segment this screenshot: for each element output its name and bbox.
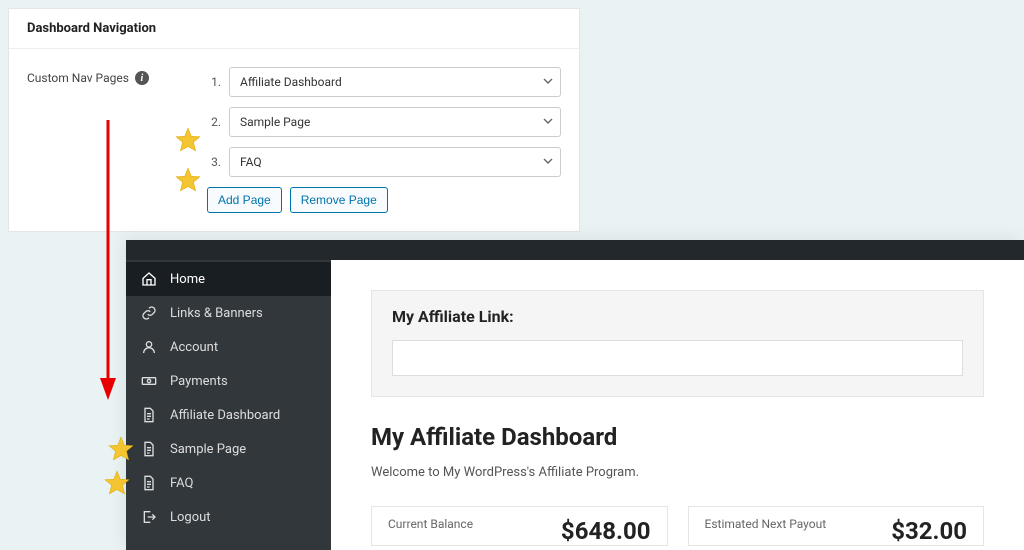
link-card-title: My Affiliate Link: xyxy=(392,307,963,326)
sidebar-item-label: FAQ xyxy=(170,476,193,491)
stats-row: Current Balance $648.00 Estimated Next P… xyxy=(371,506,984,546)
dashboard-window: Home Links & Banners Account Payments Af… xyxy=(126,240,1024,550)
sidebar-item-label: Sample Page xyxy=(170,442,246,457)
add-page-button[interactable]: Add Page xyxy=(207,187,282,213)
money-icon xyxy=(140,373,158,389)
affiliate-link-input[interactable] xyxy=(392,340,963,376)
stat-next-payout: Estimated Next Payout $32.00 xyxy=(688,506,985,546)
info-icon[interactable]: i xyxy=(135,71,149,85)
sidebar-item-label: Logout xyxy=(170,510,211,525)
user-icon xyxy=(140,339,158,355)
dashboard-topbar xyxy=(126,240,1024,260)
affiliate-link-card: My Affiliate Link: xyxy=(371,290,984,397)
dashboard-heading: My Affiliate Dashboard xyxy=(371,423,984,451)
dashboard-sidebar: Home Links & Banners Account Payments Af… xyxy=(126,260,331,550)
document-icon xyxy=(140,475,158,491)
link-icon xyxy=(140,305,158,321)
remove-page-button[interactable]: Remove Page xyxy=(290,187,388,213)
nav-row-3: 3. FAQ xyxy=(207,147,561,177)
row-number: 3. xyxy=(207,155,221,169)
row-number: 1. xyxy=(207,75,221,89)
nav-row-2: 2. Sample Page xyxy=(207,107,561,137)
sidebar-item-account[interactable]: Account xyxy=(126,330,331,364)
nav-pages-label: Custom Nav Pages xyxy=(27,71,129,85)
dashboard-main: My Affiliate Link: My Affiliate Dashboar… xyxy=(331,260,1024,550)
panel-title: Dashboard Navigation xyxy=(27,21,561,36)
sidebar-item-links[interactable]: Links & Banners xyxy=(126,296,331,330)
document-icon xyxy=(140,441,158,457)
sidebar-item-label: Affiliate Dashboard xyxy=(170,408,280,423)
sidebar-item-label: Links & Banners xyxy=(170,306,263,321)
select-value: Affiliate Dashboard xyxy=(240,75,342,89)
settings-label: Custom Nav Pages i xyxy=(27,67,207,213)
nav-select-3[interactable]: FAQ xyxy=(229,147,561,177)
logout-icon xyxy=(140,509,158,525)
nav-select-2[interactable]: Sample Page xyxy=(229,107,561,137)
select-value: Sample Page xyxy=(240,115,310,129)
home-icon xyxy=(140,271,158,287)
welcome-text: Welcome to My WordPress's Affiliate Prog… xyxy=(371,465,984,480)
stat-value: $32.00 xyxy=(891,517,967,545)
sidebar-item-logout[interactable]: Logout xyxy=(126,500,331,534)
sidebar-item-payments[interactable]: Payments xyxy=(126,364,331,398)
stat-label: Current Balance xyxy=(388,517,473,531)
sidebar-item-label: Account xyxy=(170,340,218,355)
nav-select-1[interactable]: Affiliate Dashboard xyxy=(229,67,561,97)
row-number: 2. xyxy=(207,115,221,129)
stat-current-balance: Current Balance $648.00 xyxy=(371,506,668,546)
sidebar-item-affiliate-dashboard[interactable]: Affiliate Dashboard xyxy=(126,398,331,432)
settings-fields: 1. Affiliate Dashboard 2. Sample Page 3.… xyxy=(207,67,561,213)
stat-value: $648.00 xyxy=(561,517,651,545)
settings-panel: Dashboard Navigation Custom Nav Pages i … xyxy=(8,8,580,232)
settings-header: Dashboard Navigation xyxy=(9,9,579,49)
select-value: FAQ xyxy=(240,155,262,169)
sidebar-item-faq[interactable]: FAQ xyxy=(126,466,331,500)
sidebar-item-home[interactable]: Home xyxy=(126,262,331,296)
sidebar-item-label: Payments xyxy=(170,374,228,389)
sidebar-item-sample-page[interactable]: Sample Page xyxy=(126,432,331,466)
nav-row-1: 1. Affiliate Dashboard xyxy=(207,67,561,97)
sidebar-item-label: Home xyxy=(170,272,205,287)
document-icon xyxy=(140,407,158,423)
stat-label: Estimated Next Payout xyxy=(705,517,827,531)
